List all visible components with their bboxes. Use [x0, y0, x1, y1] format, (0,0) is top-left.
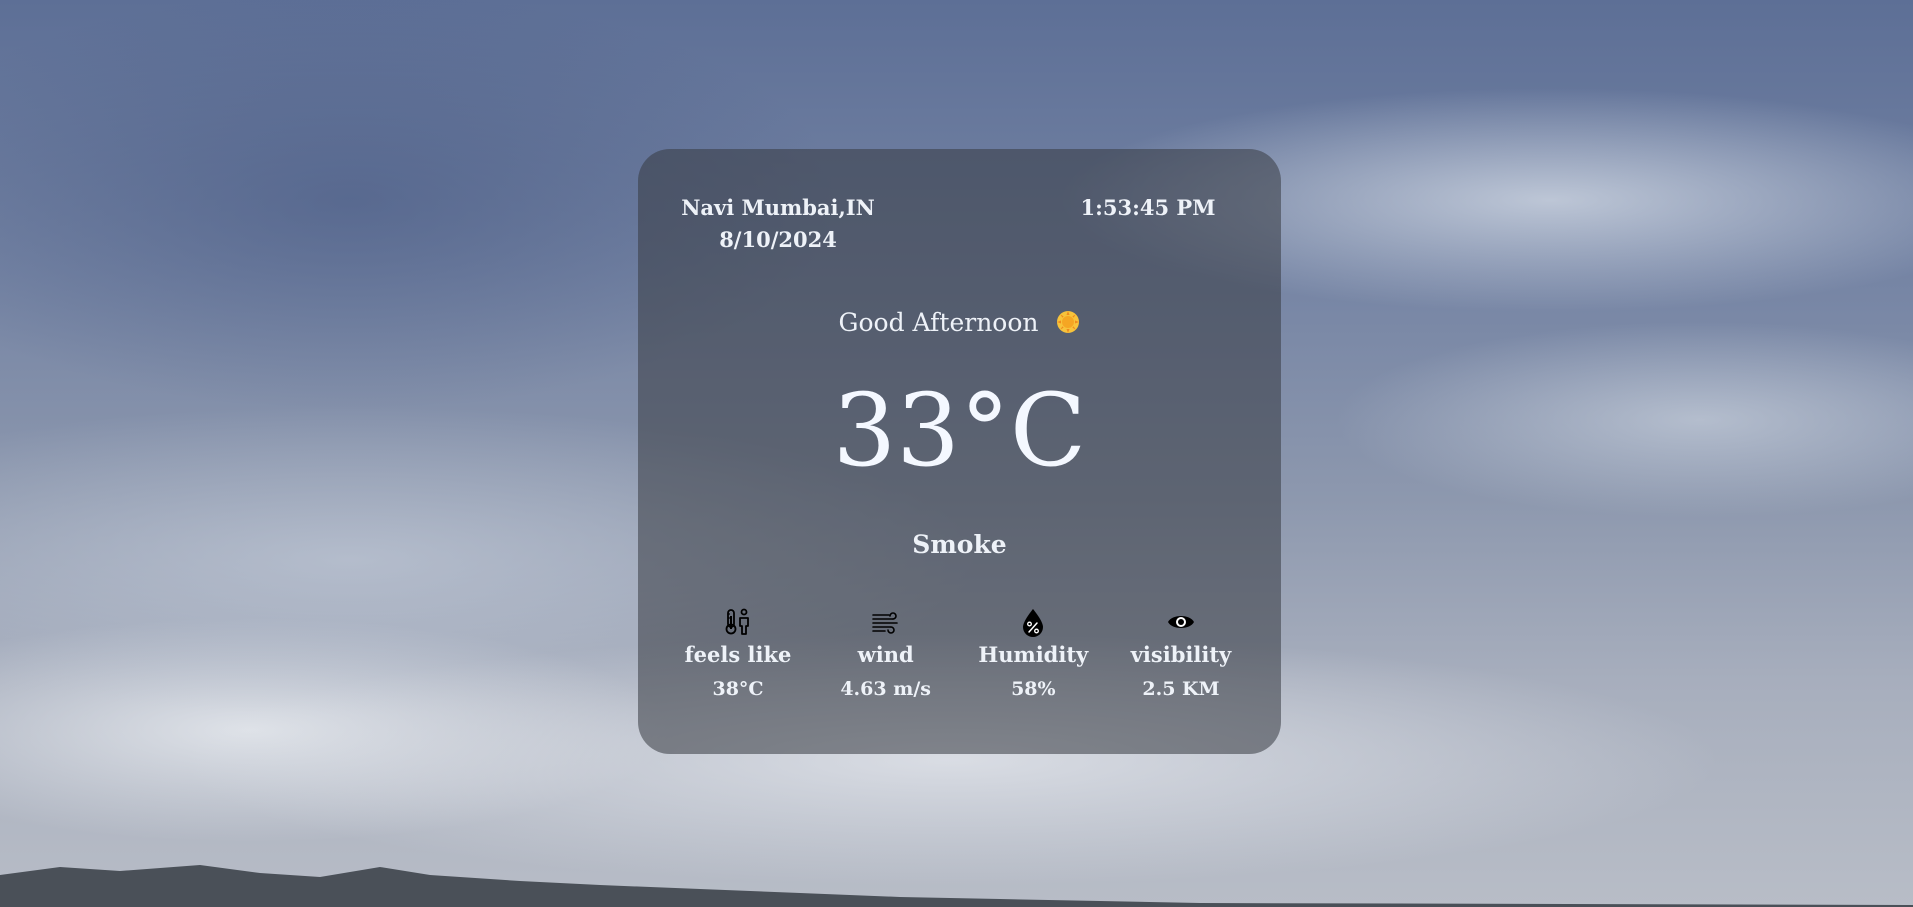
- wind-icon: [871, 612, 898, 634]
- thermometer-person-icon: [725, 608, 749, 635]
- stat-feels-like: feels like 38°C: [668, 607, 808, 705]
- sun-icon: [1057, 311, 1080, 333]
- stat-label: visibility: [1130, 642, 1232, 667]
- temperature: 33°C: [832, 372, 1087, 489]
- stat-label: feels like: [684, 642, 792, 667]
- weather-condition: Smoke: [912, 530, 1007, 559]
- stat-value: 4.63 m/s: [840, 678, 931, 700]
- stat-value: 2.5 KM: [1142, 678, 1220, 700]
- greeting-text: Good Afternoon: [838, 308, 1039, 337]
- humidity-drop-icon: [1023, 609, 1044, 637]
- location-block: Navi Mumbai,IN 8/10/2024: [678, 193, 878, 257]
- stats-row: feels like 38°C wind 4.63 m/s Humidity 5…: [668, 607, 1251, 705]
- eye-icon: [1167, 616, 1194, 628]
- weather-card: Navi Mumbai,IN 8/10/2024 1:53:45 PM Good…: [638, 149, 1281, 754]
- stat-visibility: visibility 2.5 KM: [1111, 607, 1251, 705]
- sky-background: Navi Mumbai,IN 8/10/2024 1:53:45 PM Good…: [0, 0, 1913, 907]
- stat-value: 58%: [1011, 678, 1056, 700]
- city-name: Navi Mumbai,IN: [681, 195, 875, 220]
- current-date: 8/10/2024: [719, 227, 837, 252]
- mountain-silhouette: [0, 865, 1913, 907]
- stat-wind: wind 4.63 m/s: [816, 607, 956, 705]
- current-time: 1:53:45 PM: [1080, 195, 1216, 220]
- stat-humidity: Humidity 58%: [963, 607, 1103, 705]
- stat-label: wind: [857, 642, 914, 667]
- stat-label: Humidity: [978, 642, 1089, 667]
- greeting: Good Afternoon: [638, 305, 1281, 341]
- stat-value: 38°C: [712, 678, 764, 700]
